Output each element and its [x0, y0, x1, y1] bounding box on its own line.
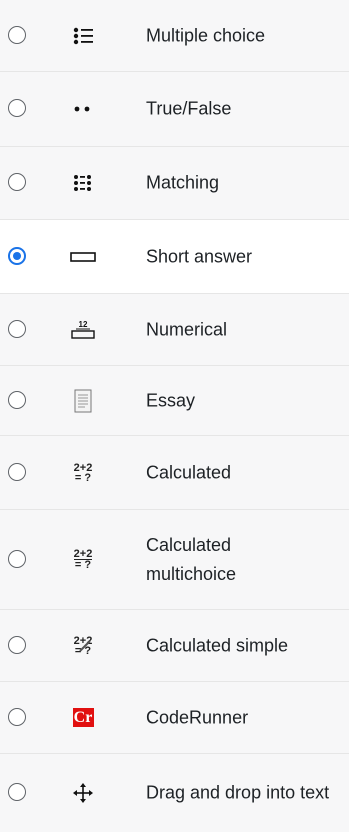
option-essay[interactable]: Essay	[0, 366, 349, 436]
radio-button[interactable]	[8, 99, 26, 117]
option-multiple-choice[interactable]: Multiple choice	[0, 0, 349, 72]
option-drag-and-drop-into-text[interactable]: Drag and drop into text	[0, 754, 349, 832]
calculated-multichoice-icon: 2+2 = ?	[66, 545, 100, 575]
calc-icon-bottom: = ?	[74, 559, 92, 571]
option-calculated-multichoice[interactable]: 2+2 = ? Calculated multichoice	[0, 510, 349, 610]
numerical-icon: 12	[66, 315, 100, 345]
option-label: Drag and drop into text	[146, 782, 330, 803]
option-label: Calculated multichoice	[146, 534, 237, 584]
calc-icon-bottom: = ?	[74, 471, 92, 484]
calculated-simple-icon: 2+2 = ?	[66, 631, 100, 661]
option-matching[interactable]: Matching	[0, 147, 349, 220]
radio-button[interactable]	[8, 635, 26, 654]
radio-button[interactable]	[8, 25, 26, 44]
calculated-icon: 2+2 = ?	[66, 458, 100, 488]
radio-button[interactable]	[8, 173, 26, 191]
matching-icon	[66, 168, 100, 198]
option-numerical[interactable]: 12 Numerical	[0, 294, 349, 366]
option-coderunner[interactable]: Cr CodeRunner	[0, 682, 349, 754]
option-label: True/False	[146, 98, 232, 119]
option-label: Numerical	[146, 319, 228, 339]
option-label: Short answer	[146, 246, 253, 266]
radio-button[interactable]	[8, 390, 26, 409]
question-type-list: Multiple choice True/False Matching Shor…	[0, 0, 349, 832]
radio-button-selected[interactable]	[8, 246, 26, 265]
option-label: Matching	[146, 172, 220, 193]
radio-button[interactable]	[8, 549, 26, 568]
option-label: Essay	[146, 390, 196, 410]
option-calculated[interactable]: 2+2 = ? Calculated	[0, 436, 349, 510]
multiple-choice-icon	[66, 21, 100, 51]
option-label: Calculated	[146, 462, 232, 482]
option-short-answer[interactable]: Short answer	[0, 220, 349, 294]
numerical-icon-text: 12	[79, 320, 88, 329]
calc-icon-top: 2+2	[73, 461, 93, 474]
coderunner-badge: Cr	[72, 708, 94, 727]
essay-icon	[66, 386, 100, 416]
radio-button[interactable]	[8, 319, 26, 338]
option-calculated-simple[interactable]: 2+2 = ? Calculated simple	[0, 610, 349, 682]
option-label: Multiple choice	[146, 25, 266, 45]
option-true-false[interactable]: True/False	[0, 72, 349, 147]
option-label: CodeRunner	[146, 707, 249, 727]
radio-button[interactable]	[8, 707, 26, 726]
drag-and-drop-icon	[66, 778, 100, 808]
coderunner-icon: Cr	[66, 703, 100, 733]
short-answer-icon	[66, 242, 100, 272]
true-false-icon	[66, 94, 100, 124]
option-label: Calculated simple	[146, 635, 289, 655]
radio-button[interactable]	[8, 783, 26, 801]
radio-button[interactable]	[8, 462, 26, 481]
